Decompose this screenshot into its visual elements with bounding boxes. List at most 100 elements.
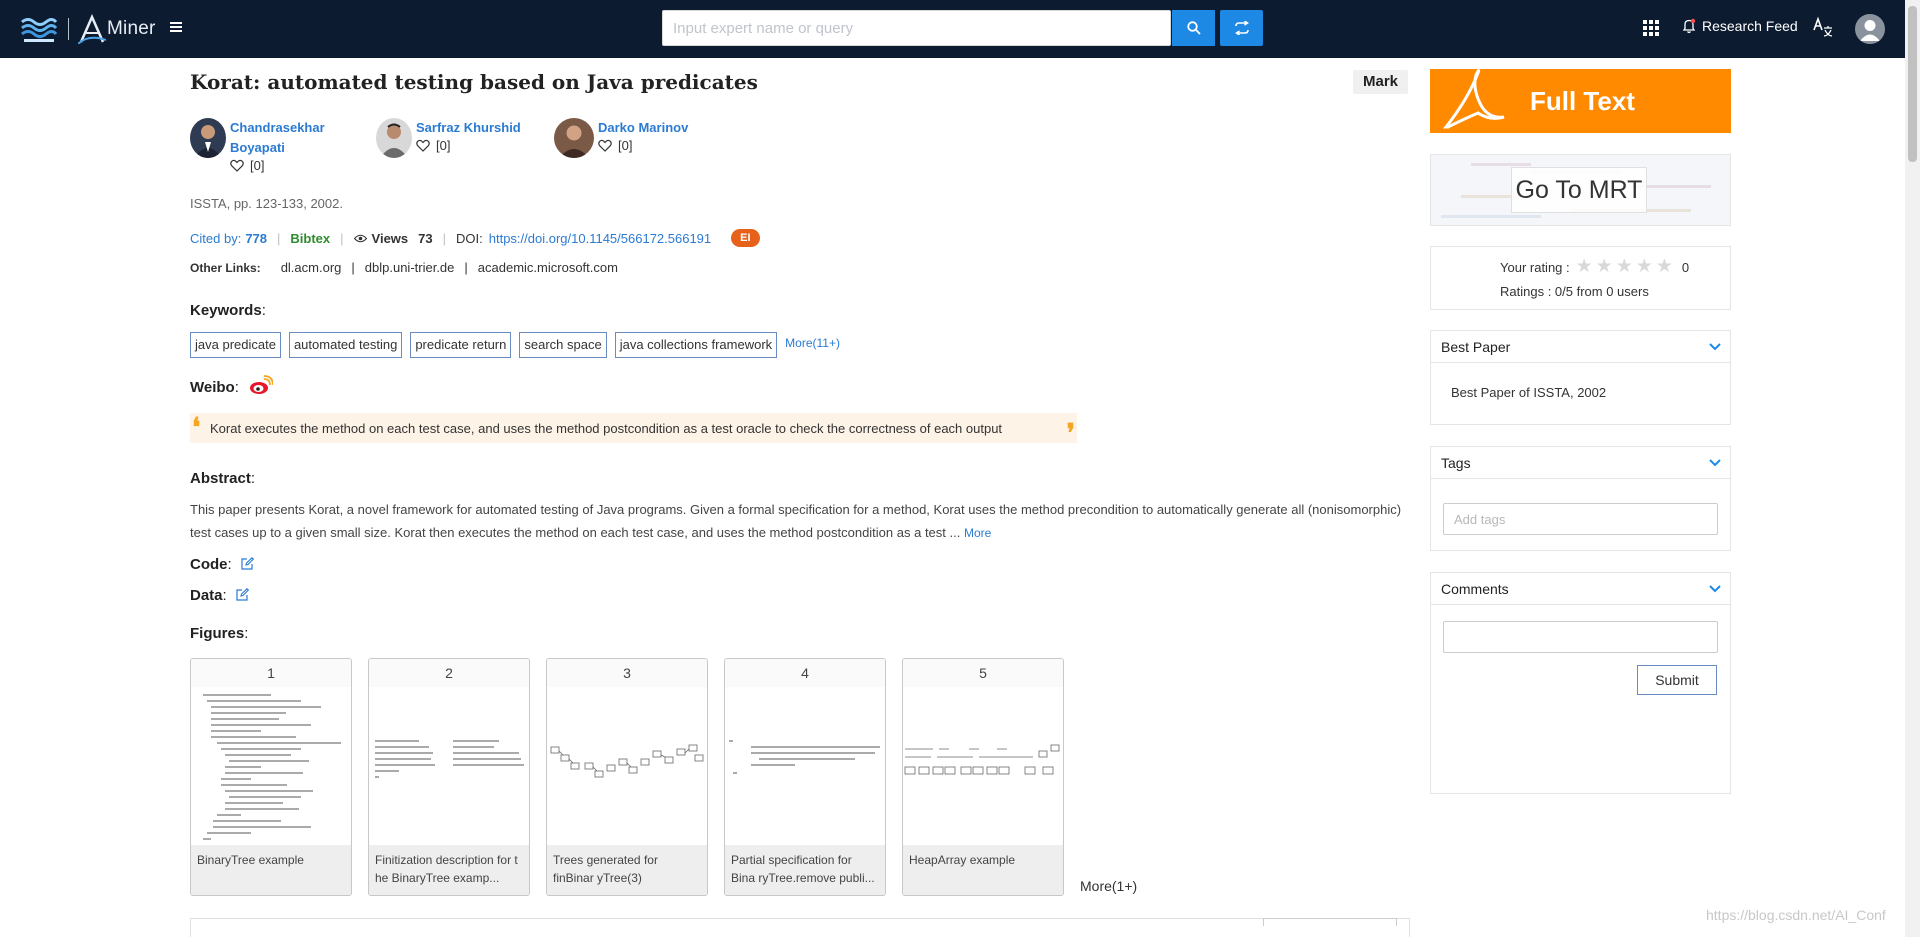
aminer-logo[interactable]: Miner: [78, 12, 156, 46]
abstract-heading: Abstract:: [190, 470, 256, 487]
figure-thumbnail: [191, 687, 351, 847]
menu-icon[interactable]: [168, 20, 184, 36]
keywords-heading: Keywords:: [190, 302, 266, 319]
edit-icon[interactable]: [240, 557, 254, 571]
best-paper-header[interactable]: Best Paper: [1431, 331, 1730, 363]
figure-list: 1 BinaryTree example 2 Finitization desc…: [190, 658, 1137, 896]
logo-divider: [68, 18, 69, 40]
submit-comment-button[interactable]: Submit: [1637, 665, 1717, 695]
figure-number: 1: [191, 659, 351, 687]
brand-name: Miner: [107, 18, 156, 39]
figure-card[interactable]: 1 BinaryTree example: [190, 658, 352, 896]
switch-search-button[interactable]: [1220, 10, 1263, 46]
translate-icon[interactable]: [1812, 16, 1834, 38]
heart-icon[interactable]: [230, 159, 244, 172]
figure-caption: HeapArray example: [903, 845, 1063, 895]
author-card: Sarfraz Khurshid [0]: [376, 118, 554, 173]
tags-header[interactable]: Tags: [1431, 447, 1730, 479]
figure-thumbnail: [369, 687, 529, 847]
figure-caption: BinaryTree example: [191, 845, 351, 895]
tags-title: Tags: [1441, 454, 1471, 471]
data-heading: Data:: [190, 587, 249, 604]
views-counter: Views 73: [353, 230, 433, 246]
likes-count: [0]: [250, 158, 265, 173]
rating-panel: Your rating : ★ ★ ★ ★ ★ 0 Ratings : 0/5 from…: [1430, 246, 1731, 310]
full-text-button[interactable]: Full Text: [1430, 69, 1731, 133]
page-scrollbar[interactable]: [1905, 0, 1920, 937]
figure-caption: Trees generated for finBinar yTree(3): [547, 845, 707, 895]
go-to-mrt-button[interactable]: Go To MRT: [1430, 154, 1731, 226]
chevron-down-icon: [1709, 342, 1721, 350]
search-input[interactable]: [662, 10, 1171, 46]
paper-title: Korat: automated testing based on Java p…: [190, 70, 758, 94]
other-link-acm[interactable]: dl.acm.org: [281, 260, 342, 275]
weibo-quote: ❛ Korat executes the method on each test…: [190, 413, 1077, 447]
figure-number: 5: [903, 659, 1063, 687]
user-avatar-icon[interactable]: [1855, 14, 1885, 44]
figure-number: 2: [369, 659, 529, 687]
cited-by-count[interactable]: 778: [245, 231, 267, 246]
keyword-tag[interactable]: predicate return: [410, 332, 512, 358]
weibo-heading: Weibo:: [190, 375, 274, 396]
code-heading: Code:: [190, 556, 254, 573]
mark-button[interactable]: Mark: [1353, 70, 1409, 94]
cited-by-label[interactable]: Cited by:: [190, 231, 241, 246]
figure-caption: Partial specification for Bina ryTree.re…: [725, 845, 885, 895]
keyword-tag[interactable]: java predicate: [190, 332, 281, 358]
quote-close-icon: ❜: [1066, 419, 1075, 449]
research-feed-link[interactable]: Research Feed: [1682, 18, 1798, 34]
rating-stars[interactable]: ★ ★ ★ ★ ★: [1576, 256, 1676, 277]
switch-icon: [1234, 21, 1249, 35]
figure-thumbnail: [725, 687, 885, 847]
author-name-line2[interactable]: Boyapati: [230, 138, 325, 158]
keyword-tag[interactable]: automated testing: [288, 332, 403, 358]
figure-card[interactable]: 4 Partial specification for Bina ryTree.…: [724, 658, 886, 896]
your-rating-label: Your rating :: [1500, 259, 1570, 275]
weibo-quote-text: Korat executes the method on each test c…: [210, 420, 1003, 436]
author-name[interactable]: Sarfraz Khurshid: [416, 118, 521, 138]
chevron-down-icon: [1709, 458, 1721, 466]
add-tags-input[interactable]: [1443, 503, 1718, 535]
figure-card[interactable]: 3 Trees generated for finBinar yTree(3): [546, 658, 708, 896]
aceman-logo-icon[interactable]: [20, 14, 58, 44]
edit-icon[interactable]: [235, 588, 249, 602]
keywords-more-link[interactable]: More(11+): [785, 336, 840, 350]
star-icon: ★: [1615, 256, 1633, 277]
comment-input[interactable]: [1443, 621, 1718, 653]
figures-heading: Figures:: [190, 625, 249, 642]
quote-open-icon: ❛: [192, 413, 201, 443]
figure-caption: Finitization description for t he Binary…: [369, 845, 529, 895]
other-link-microsoft[interactable]: academic.microsoft.com: [478, 260, 618, 275]
bottom-section: [190, 918, 1410, 937]
bell-icon: [1682, 18, 1696, 34]
search-icon: [1186, 21, 1201, 35]
doi-link[interactable]: https://doi.org/10.1145/566172.566191: [489, 231, 711, 246]
keyword-tag[interactable]: java collections framework: [614, 332, 778, 358]
other-links-label: Other Links:: [190, 260, 261, 275]
heart-icon[interactable]: [598, 139, 612, 152]
star-icon: ★: [1595, 256, 1613, 277]
weibo-icon[interactable]: [249, 375, 274, 395]
author-card: Chandrasekhar Boyapati [0]: [190, 118, 376, 173]
heart-icon[interactable]: [416, 139, 430, 152]
comments-title: Comments: [1441, 580, 1509, 597]
pdf-icon: [1442, 69, 1505, 129]
author-name[interactable]: Darko Marinov: [598, 118, 688, 138]
figure-card[interactable]: 2 Finitization description for t he Bina…: [368, 658, 530, 896]
bibtex-link[interactable]: Bibtex: [290, 231, 330, 246]
views-count: 73: [418, 230, 433, 246]
abstract-text: This paper presents Korat, a novel frame…: [190, 502, 1402, 540]
comments-header[interactable]: Comments: [1431, 573, 1730, 605]
figures-more-link[interactable]: More(1+): [1080, 878, 1137, 894]
search-button[interactable]: [1172, 10, 1215, 46]
other-link-dblp[interactable]: dblp.uni-trier.de: [365, 260, 455, 275]
author-avatar[interactable]: [554, 118, 594, 158]
keyword-tag[interactable]: search space: [519, 332, 607, 358]
author-avatar[interactable]: [190, 118, 226, 158]
author-name[interactable]: Chandrasekhar: [230, 118, 325, 138]
author-list: Chandrasekhar Boyapati [0] Sarfraz Khurs…: [190, 118, 688, 173]
author-avatar[interactable]: [376, 118, 412, 158]
apps-grid-icon[interactable]: [1643, 20, 1659, 36]
figure-card[interactable]: 5 HeapArray example: [902, 658, 1064, 896]
abstract-more-link[interactable]: More: [964, 526, 991, 540]
